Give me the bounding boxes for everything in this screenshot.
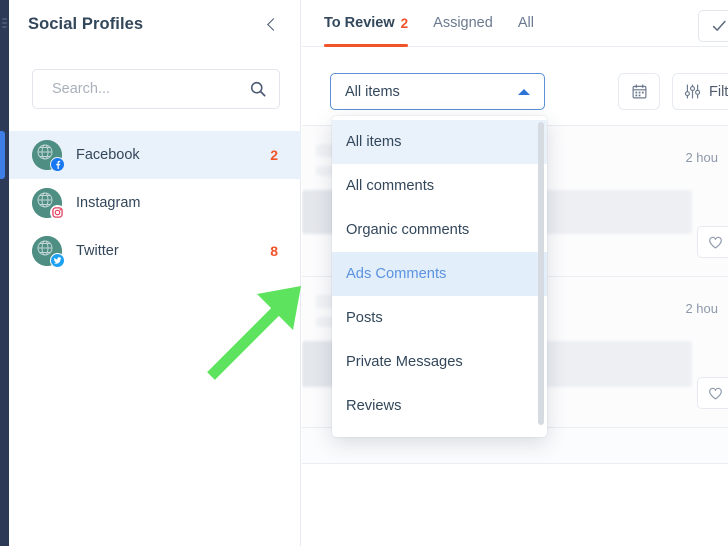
tab-to-review[interactable]: To Review 2 bbox=[324, 0, 409, 47]
filters-button[interactable]: Filters bbox=[672, 73, 728, 110]
dropdown-option-label: All comments bbox=[346, 178, 435, 194]
heart-icon bbox=[708, 236, 722, 248]
filters-button-label: Filters bbox=[709, 83, 728, 100]
menu-glyph-icon bbox=[1, 18, 8, 34]
profiles-list: Facebook 2 Instagram Twitter 8 bbox=[0, 131, 301, 275]
app-root: Social Profiles Search... Facebook 2 Ins… bbox=[0, 0, 728, 546]
global-nav-rail[interactable] bbox=[0, 0, 9, 546]
like-button[interactable] bbox=[697, 377, 728, 409]
item-type-select[interactable]: All items bbox=[330, 73, 545, 110]
social-profiles-panel: Social Profiles Search... Facebook 2 Ins… bbox=[0, 0, 301, 546]
dropdown-option-posts[interactable]: Posts bbox=[332, 296, 547, 340]
page-title: Social Profiles bbox=[28, 14, 144, 33]
inbox-tabs: To Review 2 Assigned All bbox=[302, 0, 728, 47]
unread-count-badge: 2 bbox=[270, 147, 278, 163]
collapse-panel-button[interactable] bbox=[261, 13, 283, 35]
tab-all[interactable]: All bbox=[518, 0, 534, 47]
item-type-select-value: All items bbox=[345, 83, 400, 100]
dropdown-options: All items All comments Organic comments … bbox=[332, 116, 547, 428]
feed-footer bbox=[302, 463, 728, 546]
dropdown-option-label: Posts bbox=[346, 310, 383, 326]
dropdown-option-ads-comments[interactable]: Ads Comments bbox=[332, 252, 547, 296]
chevron-left-icon bbox=[267, 17, 280, 31]
inbox-toolbar: All items Filt bbox=[302, 47, 728, 126]
dropdown-option-label: Reviews bbox=[346, 398, 402, 414]
mark-all-read-button[interactable] bbox=[698, 10, 728, 42]
search-container bbox=[32, 69, 280, 109]
dropdown-option-label: Ads Comments bbox=[346, 266, 447, 282]
avatar bbox=[32, 140, 65, 172]
timestamp: 2 hou bbox=[685, 301, 718, 316]
search-box[interactable] bbox=[32, 69, 280, 109]
item-type-dropdown-menu: All items All comments Organic comments … bbox=[332, 116, 547, 437]
search-icon bbox=[250, 81, 266, 97]
calendar-icon bbox=[632, 84, 646, 99]
dropdown-option-label: All items bbox=[346, 134, 402, 150]
sidebar-item-label: Facebook bbox=[76, 147, 140, 163]
tab-assigned[interactable]: Assigned bbox=[433, 0, 493, 47]
dropdown-option-label: Private Messages bbox=[346, 354, 463, 370]
sliders-icon bbox=[684, 84, 701, 99]
tab-label: To Review bbox=[324, 15, 395, 31]
date-range-button[interactable] bbox=[618, 73, 660, 110]
sidebar-item-instagram[interactable]: Instagram bbox=[9, 179, 301, 227]
unread-count-badge: 8 bbox=[270, 243, 278, 259]
dropdown-option-all-items[interactable]: All items bbox=[332, 120, 547, 164]
timestamp: 2 hou bbox=[685, 150, 718, 165]
tab-label: All bbox=[517, 15, 534, 31]
search-input[interactable] bbox=[50, 80, 249, 98]
sidebar-item-twitter[interactable]: Twitter 8 bbox=[9, 227, 301, 275]
sidebar-item-facebook[interactable]: Facebook 2 bbox=[0, 131, 301, 179]
twitter-icon bbox=[50, 253, 65, 268]
tab-count: 2 bbox=[400, 15, 409, 31]
instagram-icon bbox=[50, 205, 65, 220]
dropdown-scrollbar[interactable] bbox=[538, 122, 544, 425]
dropdown-option-private-messages[interactable]: Private Messages bbox=[332, 340, 547, 384]
dropdown-option-organic-comments[interactable]: Organic comments bbox=[332, 208, 547, 252]
dropdown-option-all-comments[interactable]: All comments bbox=[332, 164, 547, 208]
avatar bbox=[32, 188, 65, 220]
dropdown-option-label: Organic comments bbox=[346, 222, 470, 238]
heart-icon bbox=[708, 387, 722, 399]
facebook-icon bbox=[50, 157, 65, 172]
sidebar-item-label: Twitter bbox=[76, 243, 119, 259]
panel-header: Social Profiles bbox=[9, 0, 301, 48]
like-button[interactable] bbox=[697, 226, 728, 258]
dropdown-option-reviews[interactable]: Reviews bbox=[332, 384, 547, 428]
check-icon bbox=[712, 20, 726, 31]
sidebar-item-label: Instagram bbox=[76, 195, 141, 211]
tab-label: Assigned bbox=[433, 15, 493, 31]
avatar bbox=[32, 236, 65, 268]
caret-up-icon bbox=[518, 88, 530, 95]
